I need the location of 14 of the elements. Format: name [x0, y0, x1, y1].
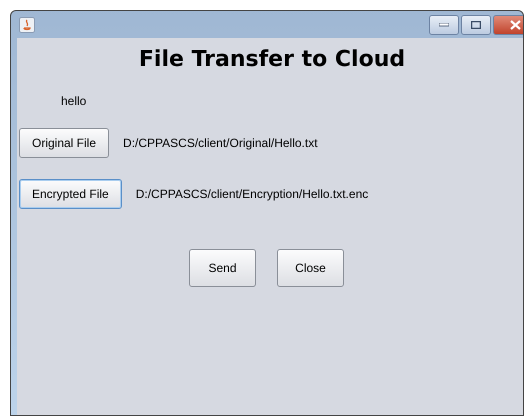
app-icon — [19, 16, 35, 32]
message-text: hello — [61, 94, 86, 108]
action-button[interactable]: Close — [277, 249, 344, 287]
maximize-icon — [471, 20, 481, 28]
close-icon — [510, 20, 520, 30]
file-path: D:/CPPASCS/client/Original/Hello.txt — [123, 136, 318, 150]
file-button[interactable]: Encrypted File — [19, 179, 122, 209]
file-path: D:/CPPASCS/client/Encryption/Hello.txt.enc — [136, 187, 368, 201]
file-button[interactable]: Original File — [19, 128, 110, 158]
minimize-button[interactable] — [429, 14, 459, 34]
minimize-icon — [439, 22, 449, 26]
heading: File Transfer to Cloud — [138, 47, 406, 72]
maximize-button[interactable] — [461, 14, 491, 34]
action-button[interactable]: Send — [189, 249, 256, 287]
